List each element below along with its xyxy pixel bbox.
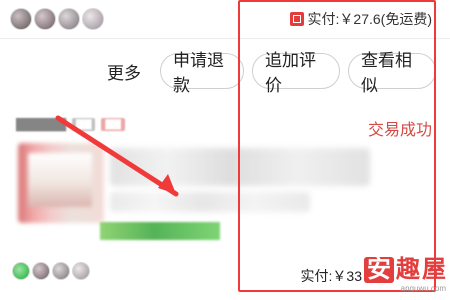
shop-tag-red: ▇▇ — [101, 117, 125, 131]
divider — [0, 38, 450, 39]
avatar — [58, 8, 80, 30]
order-summary-text: 实付:￥27.6(免运费) — [307, 11, 432, 27]
product-image[interactable] — [18, 143, 104, 223]
order-summary: 实付:￥27.6(免运费) — [289, 9, 432, 29]
view-similar-button[interactable]: 查看相似 — [348, 51, 436, 95]
avatar — [32, 262, 50, 280]
avatar — [12, 262, 30, 280]
avatar — [82, 8, 104, 30]
top-avatar-group — [10, 8, 104, 30]
add-review-button[interactable]: 追加评价 — [252, 51, 340, 95]
highlight-frame — [238, 0, 436, 292]
site-watermark: 安 趣 屋 anquwu.com — [364, 254, 446, 296]
order-status: 交易成功 — [367, 122, 432, 139]
paid-amount-bottom: 实付:￥33 — [300, 268, 362, 284]
refund-button[interactable]: 申请退款 — [160, 51, 244, 95]
product-spec-blur — [110, 192, 310, 212]
order-badge-icon — [289, 12, 304, 26]
shop-label: ▇▇▇▇▇ ▇▇ ▇▇ — [16, 116, 125, 132]
product-green-strip — [100, 222, 220, 240]
watermark-domain: anquwu.com — [400, 284, 446, 293]
watermark-logo-char: 趣 — [396, 256, 420, 283]
avatar — [52, 262, 70, 280]
product-title-blur — [110, 148, 370, 186]
order-actions: 更多 申请退款 追加评价 查看相似 — [96, 51, 436, 95]
more-link[interactable]: 更多 — [96, 51, 152, 91]
order-card: 实付:￥27.6(免运费) 更多 申请退款 追加评价 查看相似 ▇▇▇▇▇ ▇▇… — [0, 0, 450, 300]
shop-label-blur-1: ▇▇▇▇▇ — [16, 116, 66, 131]
avatar — [34, 8, 56, 30]
watermark-logo-char: 安 — [364, 257, 394, 283]
shop-tag: ▇▇ — [72, 117, 96, 131]
watermark-logo: 安 趣 屋 — [364, 257, 446, 283]
bottom-avatar-group — [12, 262, 90, 280]
avatar — [72, 262, 90, 280]
watermark-logo-char: 屋 — [422, 256, 446, 283]
avatar — [10, 8, 32, 30]
